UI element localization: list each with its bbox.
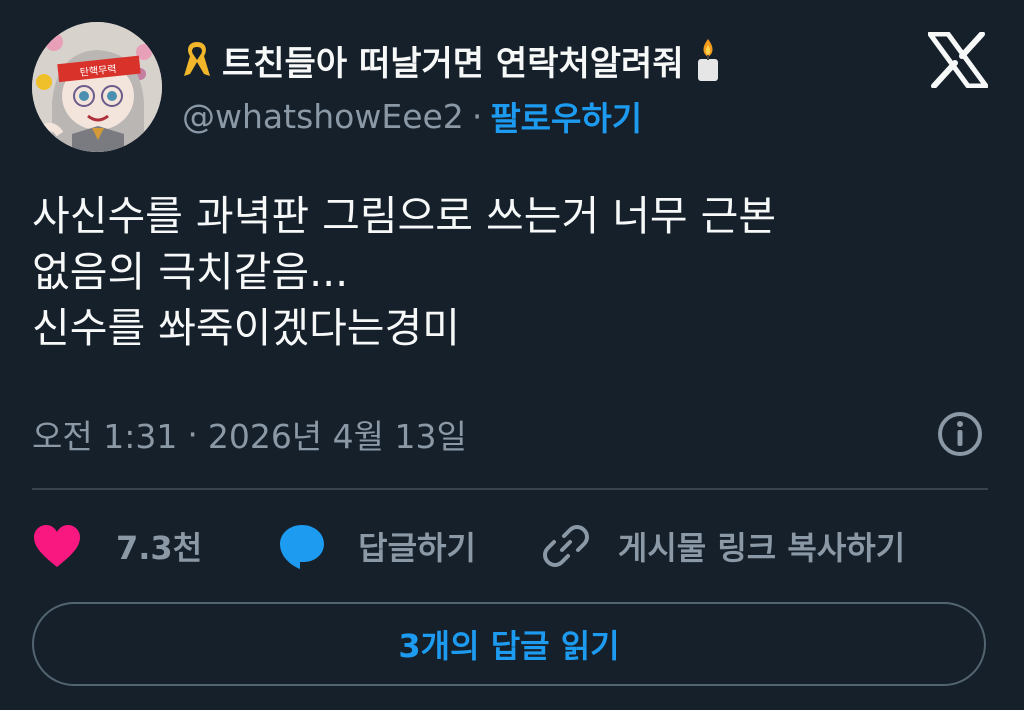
tweet-date[interactable]: 2026년 4월 13일: [208, 410, 467, 458]
display-name: 트친들아 떠날거면 연락처알려줘: [222, 43, 684, 84]
tweet-text: 사신수를 과녁판 그림으로 쓰는거 너무 근본 없음의 극치같음... 신수를 …: [32, 188, 992, 356]
reply-button[interactable]: 답글하기: [278, 522, 476, 570]
tweet-header: 탄핵무력 트친들아 떠날거면 연락처알려줘 @whatshowEee2 · 팔로…: [32, 22, 992, 152]
copy-link-button[interactable]: 게시물 링크 복사하기: [542, 522, 905, 570]
link-icon: [542, 525, 589, 567]
x-logo-icon[interactable]: [928, 32, 988, 88]
candle-icon: [697, 39, 718, 81]
read-replies-button[interactable]: 3개의 답글 읽기: [32, 602, 986, 686]
avatar-illustration: 탄핵무력: [32, 22, 162, 152]
tweet-text-line: 사신수를 과녁판 그림으로 쓰는거 너무 근본: [32, 192, 777, 240]
divider: [32, 488, 988, 490]
like-button[interactable]: 7.3천: [32, 523, 202, 569]
meta-separator: ·: [187, 414, 198, 454]
avatar[interactable]: 탄핵무력: [32, 22, 162, 152]
follow-button[interactable]: 팔로우하기: [490, 92, 642, 140]
info-icon[interactable]: [936, 410, 984, 458]
heart-icon: [34, 525, 80, 567]
tweet-text-line: 신수를 쏴죽이겠다는경미: [32, 304, 460, 352]
display-name-row[interactable]: 트친들아 떠날거면 연락처알려줘: [182, 36, 722, 84]
author-names: 트친들아 떠날거면 연락처알려줘 @whatshowEee2 · 팔로우하기: [182, 36, 722, 140]
handle-row: @whatshowEee2 · 팔로우하기: [182, 92, 722, 140]
handle-separator: ·: [471, 96, 483, 136]
tweet-time[interactable]: 오전 1:31: [32, 410, 177, 458]
author-handle[interactable]: @whatshowEee2: [182, 97, 464, 136]
action-bar: 7.3천 답글하기 게시물 링크 복사하기: [32, 518, 992, 574]
reply-label: 답글하기: [358, 529, 476, 567]
reply-bubble-icon: [280, 525, 325, 569]
like-count: 7.3천: [116, 529, 203, 567]
copy-link-label: 게시물 링크 복사하기: [617, 529, 906, 567]
tweet-meta: 오전 1:31 · 2026년 4월 13일: [32, 408, 992, 460]
tweet-text-line: 없음의 극치같음...: [32, 248, 349, 296]
yellow-ribbon-icon: [184, 42, 210, 76]
